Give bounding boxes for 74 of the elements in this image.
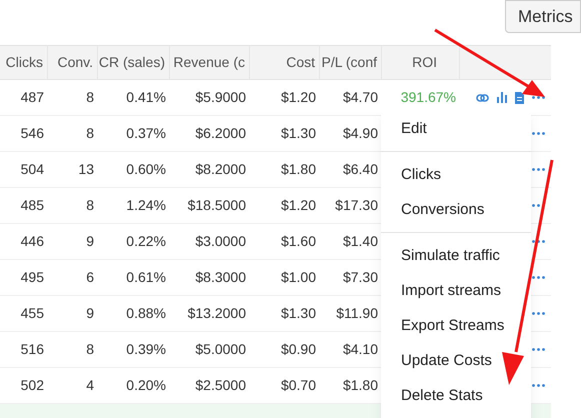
table-cell-text: $8.3000: [195, 268, 246, 287]
table-cell-text: 516: [20, 340, 44, 359]
table-cell-text: $4.90: [342, 124, 378, 143]
table-cell-text: $6.40: [342, 160, 378, 179]
table-cell-text: 0.20%: [126, 376, 166, 395]
table-cell-text: 0.22%: [126, 232, 166, 251]
table-cell-text: 6: [86, 268, 94, 287]
table-cell-text: 485: [20, 196, 44, 215]
column-header[interactable]: ROI: [412, 52, 437, 73]
table-cell-text: $1.20: [280, 88, 316, 107]
table-cell-text: 8: [86, 88, 94, 107]
column-header[interactable]: Cost: [286, 52, 315, 73]
table-cell-text: $11.90: [336, 304, 378, 323]
menu-item[interactable]: Conversions: [381, 192, 531, 227]
table-cell-text: $7.30: [342, 268, 378, 287]
table-cell-text: $18.5000: [188, 196, 246, 215]
table-cell-text: 0.60%: [126, 160, 166, 179]
table-cell-text: $1.30: [280, 304, 316, 323]
table-cell-text: $5.9000: [195, 88, 246, 107]
table-cell-text: $1.80: [342, 376, 378, 395]
table-cell-text: 8: [86, 124, 94, 143]
more-icon[interactable]: [532, 240, 545, 243]
document-icon[interactable]: [515, 92, 524, 104]
table-cell-text: $1.20: [280, 196, 316, 215]
table-cell-text: $3.0000: [195, 232, 246, 251]
table-cell-text: $0.70: [280, 376, 316, 395]
table-cell-text: 391.67%: [400, 88, 456, 107]
table-cell-text: 502: [20, 376, 44, 395]
table-cell-text: 0.37%: [126, 124, 166, 143]
table-cell-text: 8: [86, 196, 94, 215]
table-cell-text: $0.90: [280, 340, 316, 359]
table-cell-text: 495: [20, 268, 44, 287]
column-header[interactable]: Clicks: [6, 52, 43, 73]
table-cell-text: 446: [20, 232, 44, 251]
table-cell-text: 0.39%: [126, 340, 166, 359]
table-cell-text: $6.2000: [195, 124, 246, 143]
table-cell-text: $1.80: [280, 160, 316, 179]
column-header[interactable]: CR (sales): [98, 52, 165, 73]
table-cell-text: 9: [86, 304, 94, 323]
table-cell-text: 4: [86, 376, 94, 395]
more-icon[interactable]: [532, 384, 545, 387]
more-icon[interactable]: [532, 348, 545, 351]
table-cell-text: $13.2000: [188, 304, 246, 323]
link-icon[interactable]: [476, 92, 489, 102]
table-cell-text: $5.0000: [195, 340, 246, 359]
table-cell-text: $4.10: [342, 340, 378, 359]
table-cell-text: 455: [20, 304, 44, 323]
table-cell-text: $1.40: [342, 232, 378, 251]
table-cell-text: 8: [86, 340, 94, 359]
table-cell-text: $1.60: [280, 232, 316, 251]
more-icon[interactable]: [532, 132, 545, 135]
table-cell-text: 1.24%: [126, 196, 166, 215]
table-cell-text: $8.2000: [195, 160, 246, 179]
table-cell-text: $1.30: [280, 124, 316, 143]
table-cell-text: 0.61%: [126, 268, 166, 287]
table-cell-text: $17.30: [335, 196, 378, 215]
more-icon[interactable]: [532, 312, 545, 315]
column-header[interactable]: Conv.: [57, 52, 93, 73]
more-icon[interactable]: [532, 276, 545, 279]
table-cell-text: 546: [20, 124, 44, 143]
more-icon[interactable]: [532, 168, 545, 171]
column-header[interactable]: Revenue (c: [173, 52, 245, 73]
table-cell-text: 487: [20, 88, 44, 107]
column-header[interactable]: P/L (conf: [321, 52, 377, 73]
table-cell-text: 0.88%: [126, 304, 166, 323]
table-cell-text: $1.00: [280, 268, 316, 287]
metrics-button[interactable]: Metrics: [505, 0, 581, 33]
bar-chart-icon[interactable]: [497, 92, 507, 103]
table-cell-text: 0.41%: [126, 88, 166, 107]
table-cell-text: 504: [20, 160, 44, 179]
table-cell-text: 13: [78, 160, 94, 179]
table-cell-text: $2.5000: [195, 376, 246, 395]
table-cell-text: $4.70: [342, 88, 378, 107]
table-cell-text: 9: [86, 232, 94, 251]
